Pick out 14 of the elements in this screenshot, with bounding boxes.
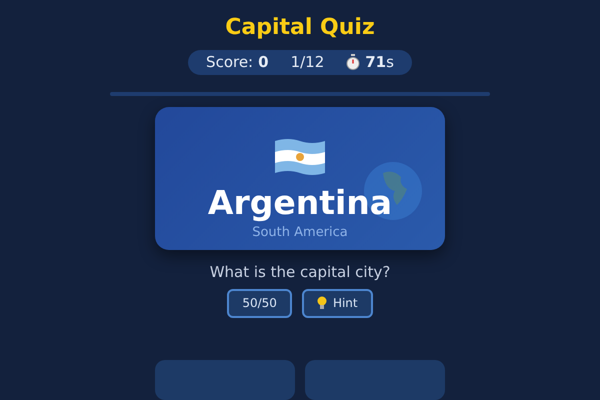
fifty-fifty-button[interactable]: 50/50	[227, 288, 292, 318]
lightbulb-icon	[316, 296, 327, 310]
quiz-title: Capital Quiz	[225, 14, 375, 42]
score-text: Score: 0	[206, 53, 269, 72]
flag-icon	[273, 136, 327, 177]
question-counter: 1/12	[290, 53, 324, 72]
country-name: Argentina	[208, 182, 392, 223]
answer-button[interactable]	[155, 360, 295, 400]
stopwatch-icon	[346, 54, 360, 70]
answer-button[interactable]	[305, 360, 445, 400]
timer-text: 71s	[365, 53, 394, 72]
question-text: What is the capital city?	[210, 262, 390, 281]
region-text: South America	[252, 224, 348, 240]
hint-button[interactable]: Hint	[302, 288, 373, 318]
